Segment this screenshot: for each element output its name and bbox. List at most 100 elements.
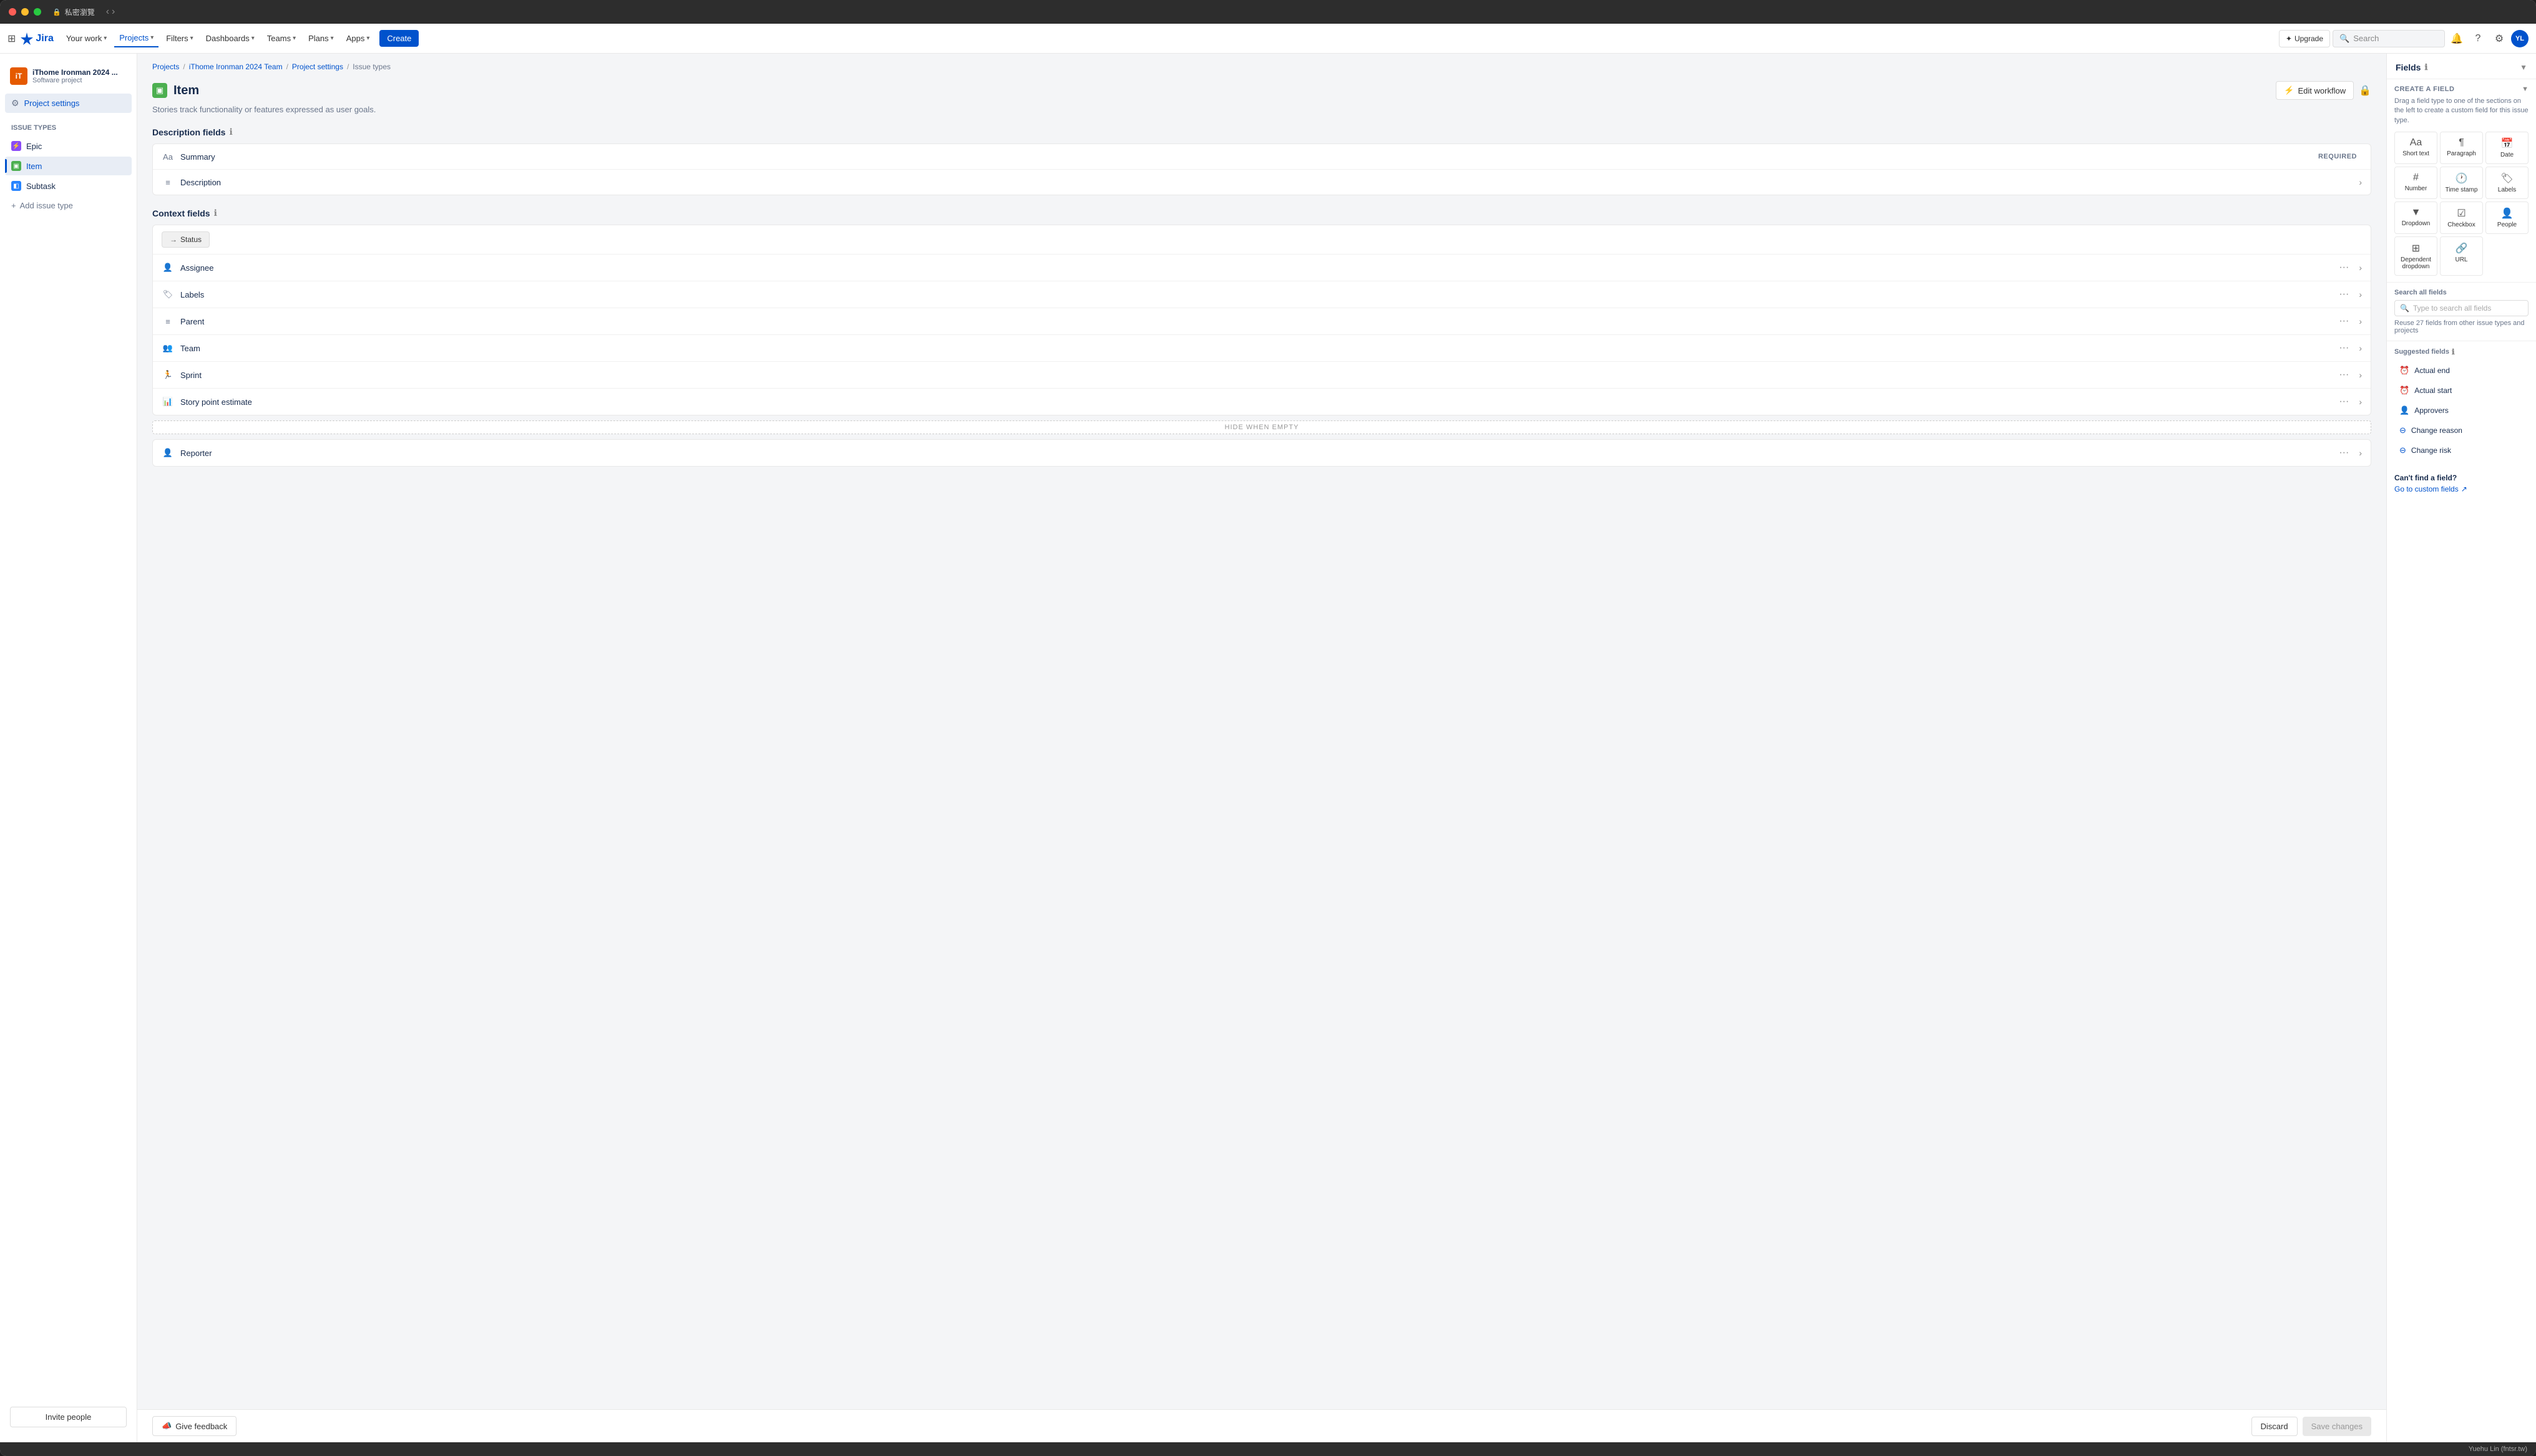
suggested-approvers[interactable]: 👤 Approvers (2394, 401, 2529, 420)
minimize-button[interactable] (21, 8, 29, 16)
lock-icon[interactable]: 🔒 (2359, 84, 2371, 97)
project-type: Software project (32, 77, 118, 84)
field-type-people[interactable]: 👤 People (2485, 201, 2529, 234)
description-icon: ≡ (162, 176, 174, 188)
field-story-points-name: Story point estimate (180, 397, 2329, 407)
add-issue-type-button[interactable]: + Add issue type (5, 197, 132, 215)
fields-info-icon[interactable]: ℹ (2424, 62, 2427, 72)
search-fields-field[interactable] (2413, 304, 2523, 313)
field-summary-name: Summary (180, 152, 2312, 162)
sidebar-item-subtask[interactable]: ◧ Subtask (5, 177, 132, 195)
field-type-dependent-dropdown[interactable]: ⊞ Dependent dropdown (2394, 236, 2437, 276)
field-type-url[interactable]: 🔗 URL (2440, 236, 2483, 276)
titlebar: 🔒 私密瀏覽 ‹ › (0, 0, 2536, 24)
url-icon: 🔗 (2456, 242, 2468, 255)
bottom-actions: Discard Save changes (2251, 1417, 2371, 1436)
labels-more-button[interactable]: ··· (2335, 288, 2353, 301)
breadcrumb-projects[interactable]: Projects (152, 62, 179, 71)
field-story-points[interactable]: 📊 Story point estimate ··· › (153, 389, 2371, 415)
field-reporter[interactable]: 👤 Reporter ··· › (153, 440, 2371, 466)
suggested-actual-end[interactable]: ⏰ Actual end (2394, 361, 2529, 380)
parent-icon: ≡ (162, 315, 174, 328)
field-type-timestamp[interactable]: 🕐 Time stamp (2440, 167, 2483, 199)
parent-more-button[interactable]: ··· (2335, 314, 2353, 328)
notifications-button[interactable]: 🔔 (2447, 29, 2466, 48)
search-fields-section: Search all fields 🔍 Reuse 27 fields from… (2387, 283, 2536, 341)
maximize-button[interactable] (34, 8, 41, 16)
description-fields-label: Description fields (152, 127, 225, 137)
settings-button[interactable]: ⚙ (2490, 29, 2509, 48)
actual-start-icon: ⏰ (2399, 386, 2409, 396)
description-chevron-icon: › (2359, 177, 2362, 187)
story-points-icon: 📊 (162, 396, 174, 408)
nav-plans[interactable]: Plans ▾ (303, 30, 339, 47)
context-info-icon[interactable]: ℹ (214, 208, 217, 218)
go-custom-fields-link[interactable]: Go to custom fields ↗ (2394, 485, 2529, 493)
field-summary[interactable]: Aa Summary REQUIRED (153, 144, 2371, 170)
story-points-chevron-icon: › (2359, 397, 2362, 407)
sidebar-item-item[interactable]: ▣ Item (5, 157, 132, 175)
search-fields-input-wrapper[interactable]: 🔍 (2394, 300, 2529, 316)
suggested-info-icon[interactable]: ℹ (2452, 347, 2455, 356)
suggested-change-reason[interactable]: ⊖ Change reason (2394, 421, 2529, 440)
nav-apps[interactable]: Apps ▾ (341, 30, 375, 47)
field-team[interactable]: 👥 Team ··· › (153, 335, 2371, 362)
field-type-dropdown[interactable]: ▼ Dropdown (2394, 201, 2437, 234)
description-fields-section: Description fields ℹ Aa Summary REQUIRED… (152, 127, 2371, 195)
search-box[interactable]: 🔍 Search (2333, 30, 2445, 47)
create-button[interactable]: Create (379, 30, 419, 47)
sprint-more-button[interactable]: ··· (2335, 368, 2353, 382)
nav-teams[interactable]: Teams ▾ (262, 30, 301, 47)
suggested-actual-start[interactable]: ⏰ Actual start (2394, 381, 2529, 400)
field-labels[interactable]: 🏷 Labels ··· › (153, 281, 2371, 308)
field-assignee[interactable]: 👤 Assignee ··· › (153, 255, 2371, 281)
sidebar-project-settings[interactable]: ⚙ Project settings (5, 94, 132, 113)
timestamp-icon: 🕐 (2456, 172, 2468, 185)
field-type-labels[interactable]: 🏷 Labels (2485, 167, 2529, 199)
breadcrumb-project-settings[interactable]: Project settings (292, 62, 343, 71)
description-info-icon[interactable]: ℹ (229, 127, 232, 137)
field-type-short-text[interactable]: Aa Short text (2394, 132, 2437, 164)
field-parent[interactable]: ≡ Parent ··· › (153, 308, 2371, 335)
assignee-more-button[interactable]: ··· (2335, 261, 2353, 274)
suggested-change-risk[interactable]: ⊖ Change risk (2394, 441, 2529, 460)
field-type-date[interactable]: 📅 Date (2485, 132, 2529, 164)
sidebar-item-epic[interactable]: ⚡ Epic (5, 137, 132, 155)
sprint-chevron-icon: › (2359, 370, 2362, 380)
jira-logo[interactable]: Jira (21, 32, 53, 45)
status-badge[interactable]: → Status (162, 231, 210, 248)
nav-your-work[interactable]: Your work ▾ (61, 30, 112, 47)
page-header: ▣ Item ⚡ Edit workflow 🔒 (152, 81, 2371, 100)
breadcrumb-project-name[interactable]: iThome Ironman 2024 Team (189, 62, 283, 71)
create-field-expand-icon[interactable]: ▼ (2522, 85, 2529, 93)
nav-dashboards[interactable]: Dashboards ▾ (201, 30, 260, 47)
edit-workflow-button[interactable]: ⚡ Edit workflow (2276, 81, 2354, 100)
field-description[interactable]: ≡ Description › (153, 170, 2371, 195)
forward-button[interactable]: › (112, 6, 115, 17)
user-avatar[interactable]: YL (2511, 30, 2529, 47)
team-more-button[interactable]: ··· (2335, 341, 2353, 355)
field-type-number[interactable]: # Number (2394, 167, 2437, 199)
save-changes-button: Save changes (2303, 1417, 2371, 1436)
issue-types-section: Issue types (5, 122, 132, 134)
field-type-paragraph[interactable]: ¶ Paragraph (2440, 132, 2483, 164)
invite-people-button[interactable]: Invite people (10, 1407, 127, 1427)
cant-find-label: Can't find a field? (2394, 473, 2529, 482)
discard-button[interactable]: Discard (2251, 1417, 2298, 1436)
field-sprint[interactable]: 🏃 Sprint ··· › (153, 362, 2371, 389)
nav-filters[interactable]: Filters ▾ (161, 30, 198, 47)
field-type-checkbox[interactable]: ☑ Checkbox (2440, 201, 2483, 234)
back-button[interactable]: ‹ (106, 6, 109, 17)
field-status[interactable]: → Status (153, 225, 2371, 255)
help-button[interactable]: ? (2469, 29, 2487, 48)
page-description: Stories track functionality or features … (152, 105, 2371, 114)
nav-projects[interactable]: Projects ▾ (114, 29, 158, 47)
give-feedback-button[interactable]: 📣 Give feedback (152, 1416, 237, 1436)
story-points-more-button[interactable]: ··· (2335, 395, 2353, 409)
grid-icon[interactable]: ⊞ (7, 32, 16, 45)
summary-icon: Aa (162, 150, 174, 163)
upgrade-button[interactable]: ✦ Upgrade (2279, 30, 2330, 47)
close-button[interactable] (9, 8, 16, 16)
reporter-more-button[interactable]: ··· (2335, 446, 2353, 460)
panel-collapse-icon[interactable]: ▼ (2520, 63, 2527, 72)
